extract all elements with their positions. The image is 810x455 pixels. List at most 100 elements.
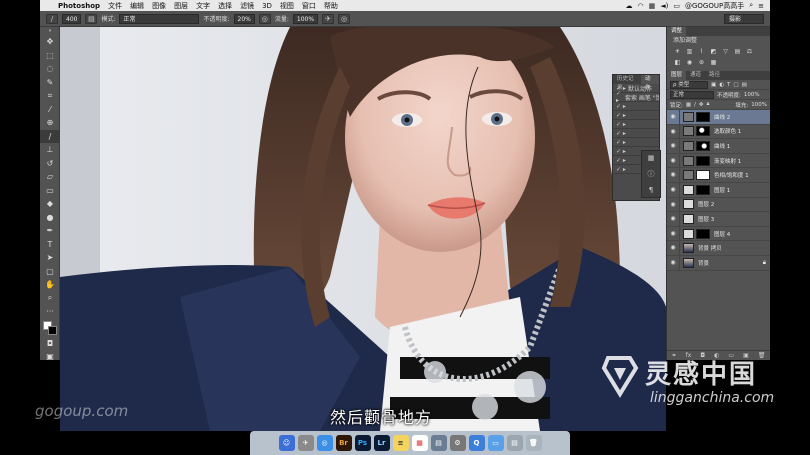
mode-select[interactable]: 正常 [119,13,200,24]
levels-adjust-icon[interactable]: ▥ [685,48,694,56]
zoom-tool-icon[interactable]: ⌕ [40,292,60,306]
tab-channels[interactable]: 通道 [686,71,705,80]
menu-select[interactable]: 选择 [214,1,236,11]
lightroom-icon[interactable]: Lr [373,435,390,451]
brightness-adjust-icon[interactable]: ☀ [673,48,682,56]
vibrance-adjust-icon[interactable]: ▽ [721,48,730,56]
channel-mixer-adjust-icon[interactable]: ⊛ [697,59,706,67]
healing-tool-icon[interactable]: ⊕ [40,116,60,130]
menu-window[interactable]: 窗口 [298,1,320,11]
blur-tool-icon[interactable]: ◆ [40,197,60,211]
menu-layer[interactable]: 图层 [170,1,192,11]
visibility-eye-icon[interactable]: ◉ [667,212,680,226]
flag-icon[interactable]: ▦ [649,2,656,10]
paragraph-panel-dock-icon[interactable]: ¶ [649,186,653,194]
filter-smart-icon[interactable]: ▤ [742,82,747,88]
eyedropper-tool-icon[interactable]: ⁄ [40,103,60,117]
curves-adjust-icon[interactable]: ⌇ [697,48,706,56]
folder-icon[interactable]: ▤ [506,435,523,451]
layer-mask-thumb[interactable] [696,155,710,166]
menu-filter[interactable]: 滤镜 [236,1,258,11]
layer-row[interactable]: ◉ 色相/饱和度 1 [667,168,770,183]
wifi-icon[interactable]: ◠ [638,2,644,10]
layer-row[interactable]: ◉ 图层 1 [667,182,770,198]
visibility-eye-icon[interactable]: ◉ [667,110,680,124]
layer-kind-filter[interactable]: ρ 类型 [670,80,708,89]
layer-row[interactable]: ◉ 背景 拷贝 [667,241,770,256]
opacity-input[interactable]: 20% [233,13,255,24]
workspace-select[interactable]: 摄影 [724,13,764,24]
filter-pixel-icon[interactable]: ▣ [711,82,716,88]
history-brush-icon[interactable]: ↺ [40,157,60,171]
eraser-tool-icon[interactable]: ▱ [40,170,60,184]
visibility-eye-icon[interactable]: ◉ [667,153,680,168]
stamp-tool-icon[interactable]: ⊥ [40,143,60,157]
hue-adjust-icon[interactable]: ▤ [733,48,742,56]
filter-shape-icon[interactable]: ▢ [733,82,738,88]
pressure-opacity-icon[interactable]: ◎ [258,13,271,24]
tab-adjustments[interactable]: 调整 [667,27,687,36]
shape-tool-icon[interactable]: ▢ [40,265,60,279]
app-menu[interactable]: Photoshop [54,2,104,10]
search-icon[interactable]: ⌕ [749,1,753,10]
creative-cloud-icon[interactable]: ☁ [626,2,633,10]
brush-panel-dock-icon[interactable]: ▦ [648,154,655,162]
layer-mask-thumb[interactable] [696,184,710,195]
list-icon[interactable]: ≡ [758,2,764,10]
visibility-eye-icon[interactable]: ◉ [667,124,680,139]
info-panel-dock-icon[interactable]: ⓘ [648,169,655,179]
menu-type[interactable]: 文字 [192,1,214,11]
tab-paths[interactable]: 路径 [705,71,724,80]
path-select-tool-icon[interactable]: ➤ [40,251,60,265]
layer-row[interactable]: ◉ 图层 2 [667,197,770,213]
lock-transparent-icon[interactable]: ▦ [686,102,691,108]
more-tools-icon[interactable]: ··· [40,305,60,319]
filter-adjust-icon[interactable]: ◐ [719,82,724,88]
brush-size-picker[interactable]: 400 [62,13,82,24]
visibility-eye-icon[interactable]: ◉ [667,168,680,182]
visibility-eye-icon[interactable]: ◉ [667,241,680,255]
layer-opacity-value[interactable]: 100% [744,92,760,98]
move-tool-icon[interactable]: ✥ [40,35,60,49]
volume-icon[interactable]: ◄) [660,2,668,10]
dodge-tool-icon[interactable]: ● [40,211,60,225]
layer-row[interactable]: ◉ 背景 🔒︎ [667,255,770,271]
menu-view[interactable]: 视图 [276,1,298,11]
menu-image[interactable]: 图像 [148,1,170,11]
history-row[interactable]: ✓ ▸ [613,102,659,111]
flow-input[interactable]: 100% [292,13,319,24]
balance-adjust-icon[interactable]: ⚖ [745,48,754,56]
document-canvas[interactable] [60,27,666,431]
lock-move-icon[interactable]: ✥ [699,102,704,108]
calendar-icon[interactable]: ▦ [411,435,428,451]
visibility-eye-icon[interactable]: ◉ [667,226,680,241]
menu-file[interactable]: 文件 [104,1,126,11]
brush-tool-icon-active[interactable]: ∕ [40,129,60,143]
visibility-eye-icon[interactable]: ◉ [667,139,680,153]
lasso-tool-icon[interactable]: ◌ [40,62,60,76]
brush-panel-icon[interactable]: ▤ [85,13,98,24]
photo-filter-adjust-icon[interactable]: ◉ [685,59,694,67]
layer-row[interactable]: ◉ 渐变映射 1 [667,153,770,169]
marquee-tool-icon[interactable]: ⬚ [40,49,60,63]
pen-tool-icon[interactable]: ✒ [40,224,60,238]
notes-icon[interactable]: ≡ [392,435,409,451]
bridge-icon[interactable]: Br [335,435,352,451]
trash-icon[interactable]: 🗑︎ [525,435,542,451]
layer-row[interactable]: ◉ 图层 3 [667,212,770,227]
background-color[interactable] [48,325,57,335]
user-name[interactable]: @GOGOUP高高手 [685,1,744,11]
hand-tool-icon[interactable]: ✋ [40,278,60,292]
visibility-eye-icon[interactable]: ◉ [667,182,680,197]
toolbox-collapse-icon[interactable]: » [40,27,60,35]
brush-tool-icon[interactable]: ∕ [46,13,58,24]
lock-paint-icon[interactable]: ∕ [694,102,696,108]
safari-icon[interactable]: ◎ [316,435,333,451]
airbrush-icon[interactable]: ✈ [322,13,335,24]
layer-mask-thumb[interactable] [696,126,710,137]
history-row[interactable]: ✓ ▸ [613,120,659,129]
photoshop-icon[interactable]: Ps [354,435,371,451]
history-row[interactable]: ✓ ▸ [613,138,659,147]
tab-layers[interactable]: 图层 [667,71,687,80]
layer-row[interactable]: ◉ 图层 4 [667,226,770,242]
